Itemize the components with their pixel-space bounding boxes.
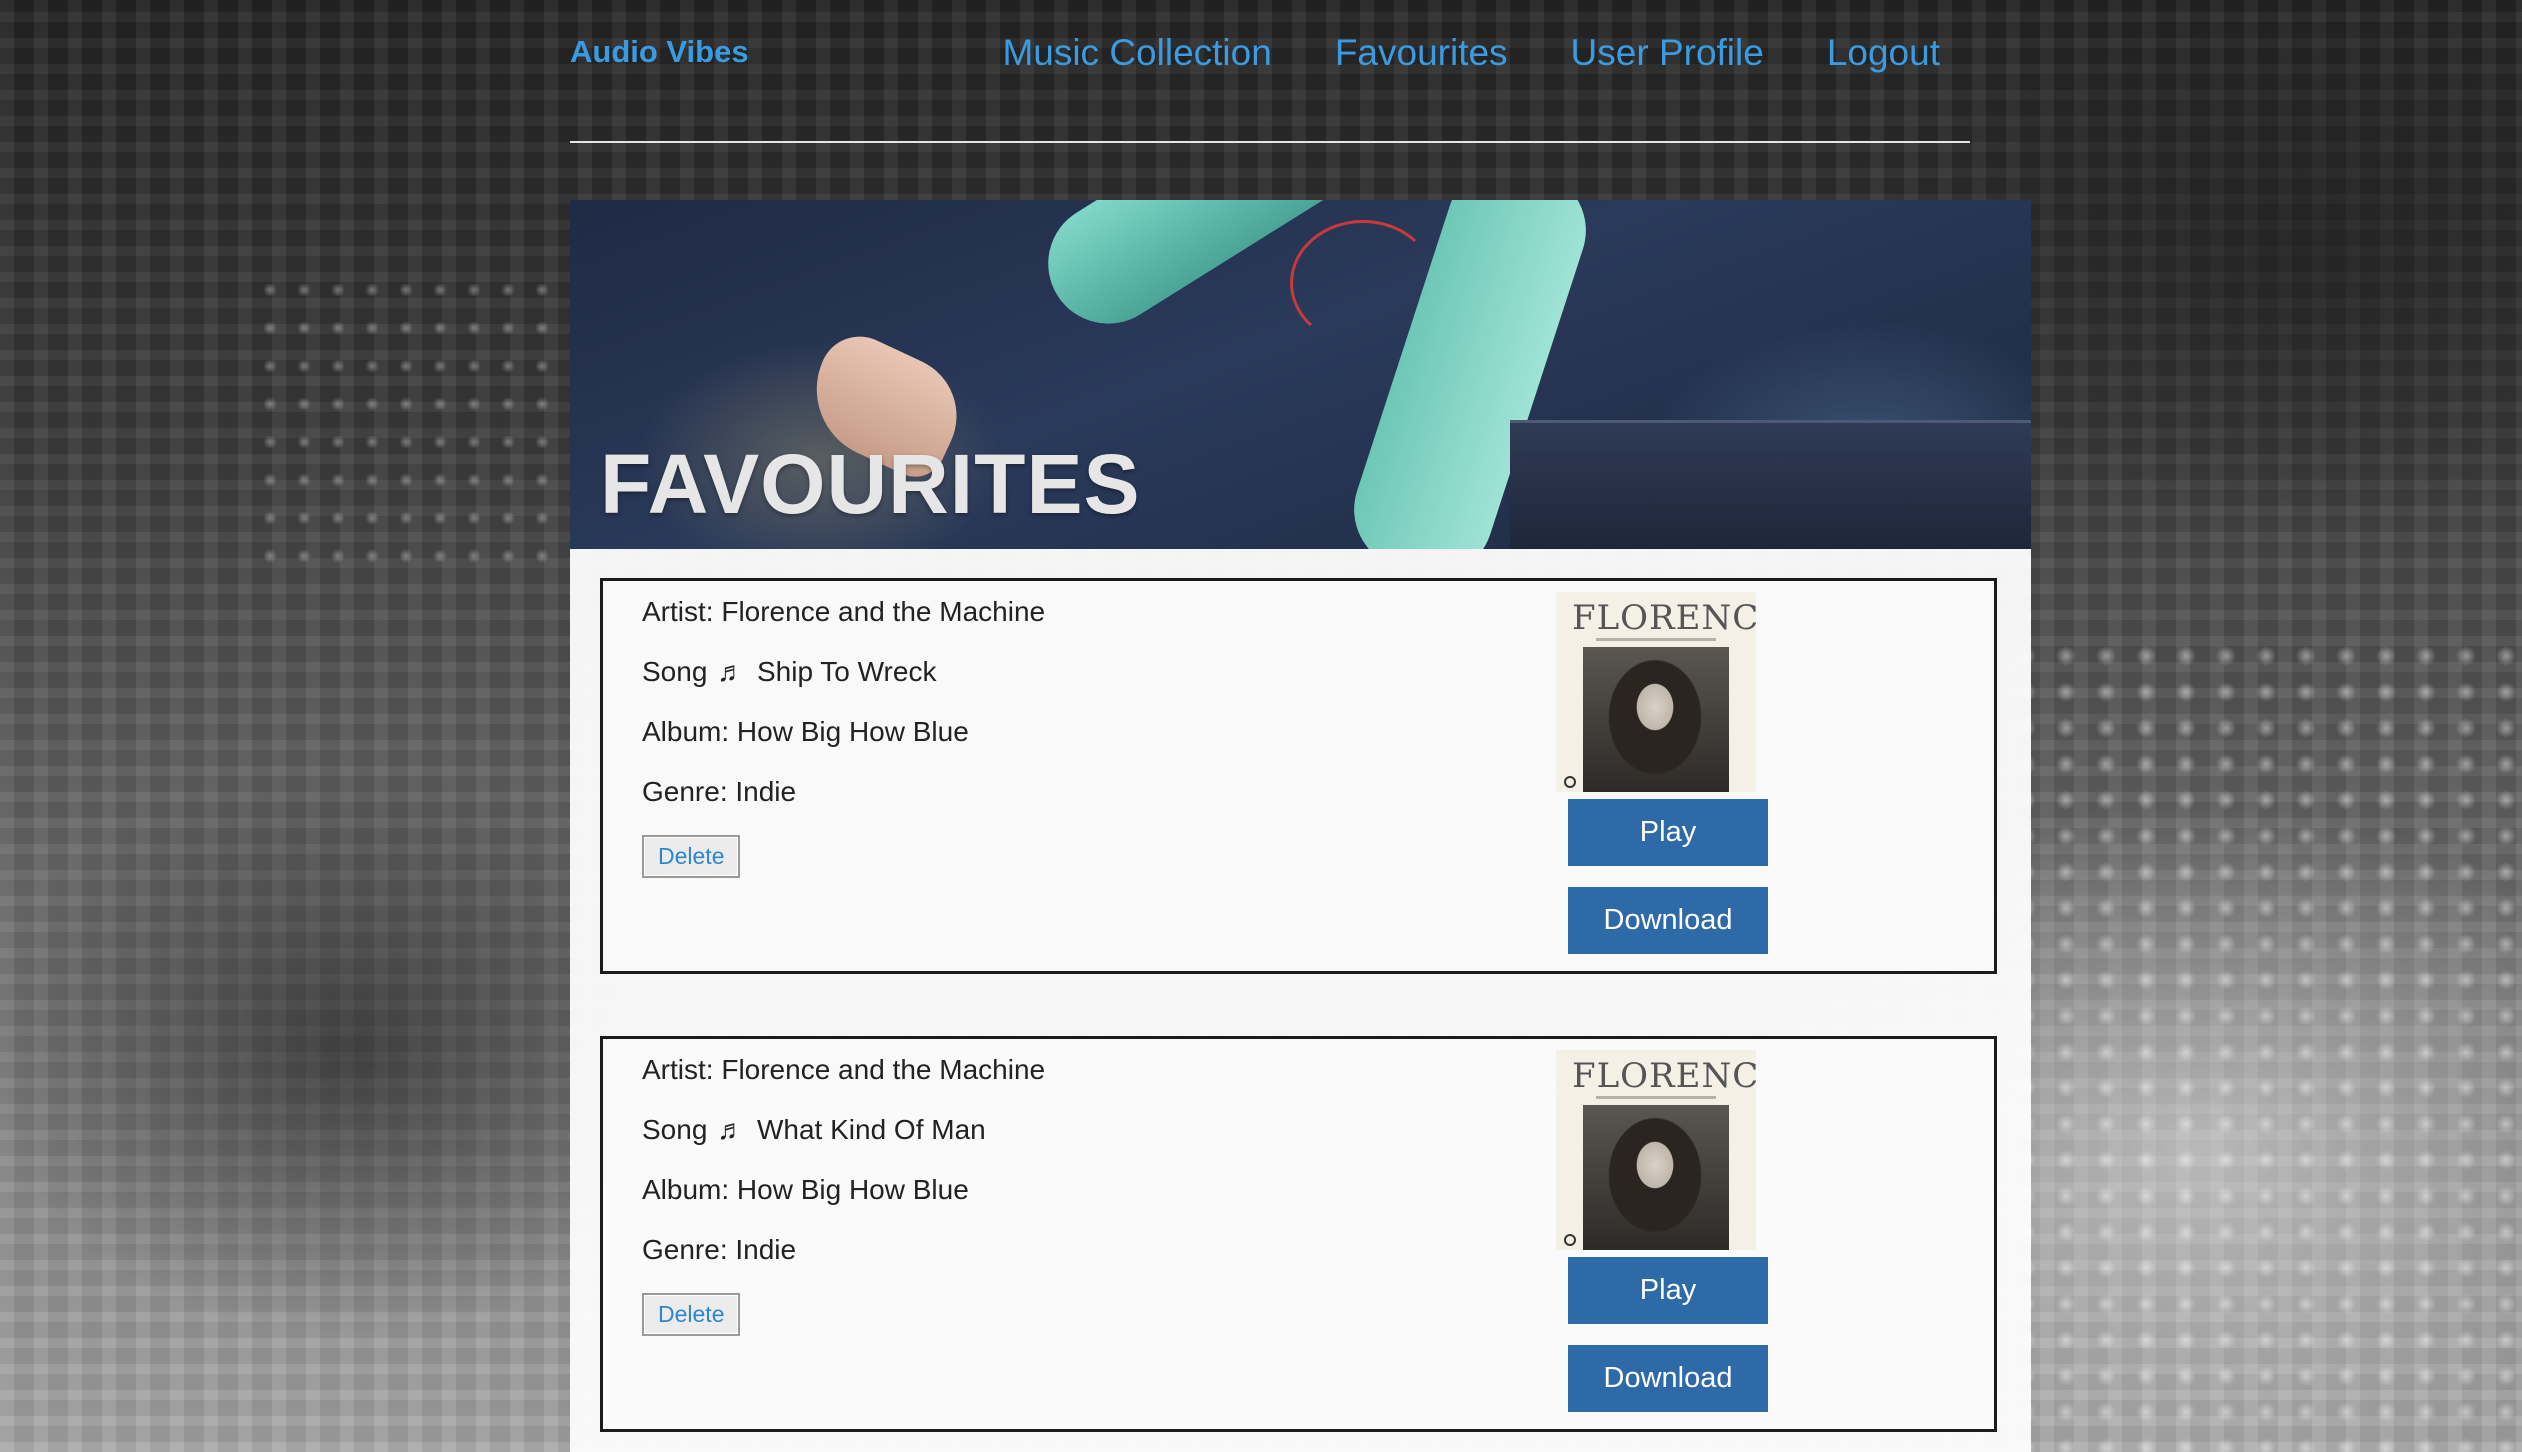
album-cover-logo-icon	[1564, 776, 1576, 788]
delete-button[interactable]: Delete	[642, 835, 741, 878]
nav-link-user-profile[interactable]: User Profile	[1571, 32, 1764, 74]
download-button[interactable]: Download	[1568, 887, 1768, 954]
artist-text: Artist: Florence and the Machine	[642, 1054, 1046, 1085]
mixer-knobs-decoration	[2010, 640, 2522, 1452]
nav-links: Music Collection Favourites User Profile…	[1002, 32, 1940, 74]
track-info: Artist: Florence and the Machine Song ♬ …	[642, 593, 1045, 878]
song-prefix: Song	[642, 1114, 708, 1145]
genre-text: Genre: Indie	[642, 1234, 797, 1265]
delete-button[interactable]: Delete	[642, 1293, 741, 1336]
album-cover-photo	[1583, 647, 1729, 792]
music-note-icon: ♬	[717, 1114, 746, 1145]
main-container: FAVOURITES Artist: Florence and the Mach…	[570, 200, 2031, 1452]
song-line: Song ♬ What Kind Of Man	[642, 1111, 1045, 1171]
favourite-card: Artist: Florence and the Machine Song ♬ …	[600, 1036, 1997, 1432]
download-button[interactable]: Download	[1568, 1345, 1768, 1412]
album-cover-subtitle-line	[1596, 1096, 1716, 1099]
genre-text: Genre: Indie	[642, 776, 797, 807]
song-line: Song ♬ Ship To Wreck	[642, 653, 1045, 713]
album-cover-subtitle-line	[1596, 638, 1716, 641]
album-text: Album: How Big How Blue	[642, 716, 969, 747]
nav-link-logout[interactable]: Logout	[1827, 32, 1940, 74]
artist-text: Artist: Florence and the Machine	[642, 596, 1046, 627]
album-cover-logo-icon	[1564, 1234, 1576, 1246]
rack-knobs-decoration	[260, 280, 560, 580]
hero-image-cable	[1290, 220, 1436, 346]
favourite-card: Artist: Florence and the Machine Song ♬ …	[600, 578, 1997, 974]
hero-image-turntable	[1510, 420, 2031, 549]
music-note-icon: ♬	[717, 656, 746, 687]
nav-link-favourites[interactable]: Favourites	[1335, 32, 1508, 74]
play-button[interactable]: Play	[1568, 1257, 1768, 1324]
album-cover: FLORENCE	[1556, 592, 1756, 792]
brand-link[interactable]: Audio Vibes	[570, 34, 749, 70]
song-title: What Kind Of Man	[756, 1114, 986, 1145]
top-navigation: Audio Vibes Music Collection Favourites …	[570, 0, 1970, 143]
song-prefix: Song	[642, 656, 708, 687]
song-title: Ship To Wreck	[756, 656, 937, 687]
album-cover-title: FLORENCE	[1572, 1056, 1756, 1096]
track-info: Artist: Florence and the Machine Song ♬ …	[642, 1051, 1045, 1336]
nav-link-music-collection[interactable]: Music Collection	[1002, 32, 1271, 74]
play-button[interactable]: Play	[1568, 799, 1768, 866]
album-cover-title: FLORENCE	[1572, 598, 1756, 638]
album-cover-photo	[1583, 1105, 1729, 1250]
album-text: Album: How Big How Blue	[642, 1174, 969, 1205]
page-title: FAVOURITES	[600, 437, 1141, 531]
album-cover: FLORENCE	[1556, 1050, 1756, 1250]
hero-banner: FAVOURITES	[570, 200, 2031, 549]
